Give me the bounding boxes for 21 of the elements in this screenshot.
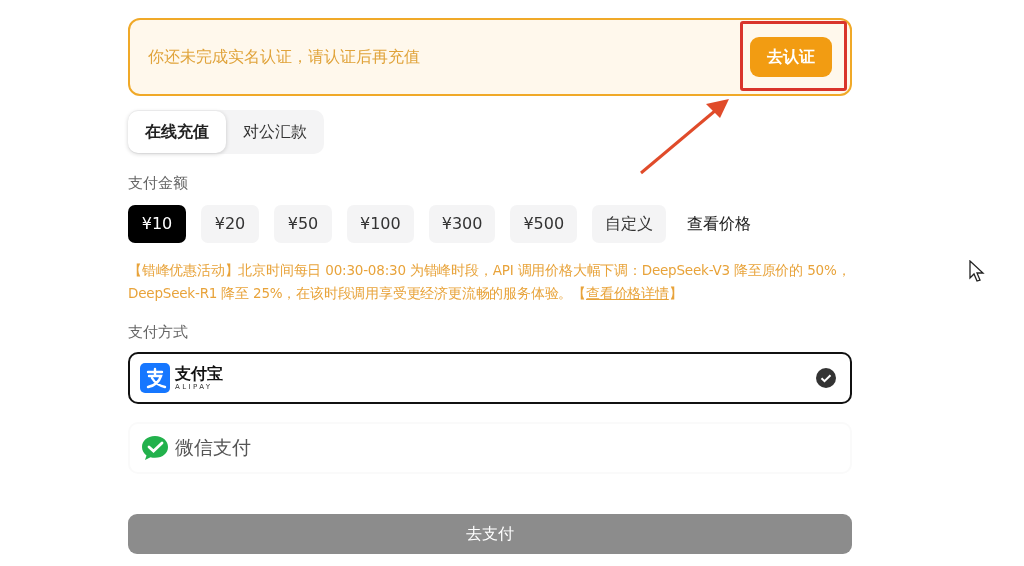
section-label: 支付方式 [128, 323, 189, 342]
amount-option[interactable]: ¥20 [201, 205, 259, 243]
tab[interactable]: 对公汇款 [226, 111, 324, 153]
cursor-icon [969, 260, 985, 282]
promotion-notice: 【错峰优惠活动】北京时间每日 00:30-08:30 为错峰时段，API 调用价格大幅下调：DeepSeek-V3 降至原价的 50%，DeepSeek-R1 降至 25%，在该时段调用享受更经济更流畅的服务体验。【查看价格详情】 [128, 261, 852, 303]
amount-option[interactable]: ¥10 [128, 205, 186, 243]
payment-option[interactable]: 微信支付 [128, 422, 852, 474]
price-link[interactable]: 查看价格 [681, 213, 758, 235]
amount-option[interactable]: 自定义 [592, 205, 667, 243]
tab[interactable]: 在线充值 [128, 111, 226, 153]
chat-bubble-icon [140, 434, 170, 462]
method-name: 微信支付 [175, 435, 251, 460]
method-name: 支付宝 [175, 365, 223, 382]
warning-message: 你还未完成实名认证，请认证后再充值 [148, 46, 420, 68]
amount-option[interactable]: ¥500 [510, 205, 578, 243]
amount-option[interactable]: ¥300 [428, 205, 496, 243]
logo-icon [140, 363, 170, 393]
amount-option[interactable]: ¥100 [347, 205, 414, 243]
check-icon [816, 368, 836, 388]
section-label: 支付金额 [128, 174, 189, 193]
amount-option[interactable]: ¥50 [274, 205, 332, 243]
